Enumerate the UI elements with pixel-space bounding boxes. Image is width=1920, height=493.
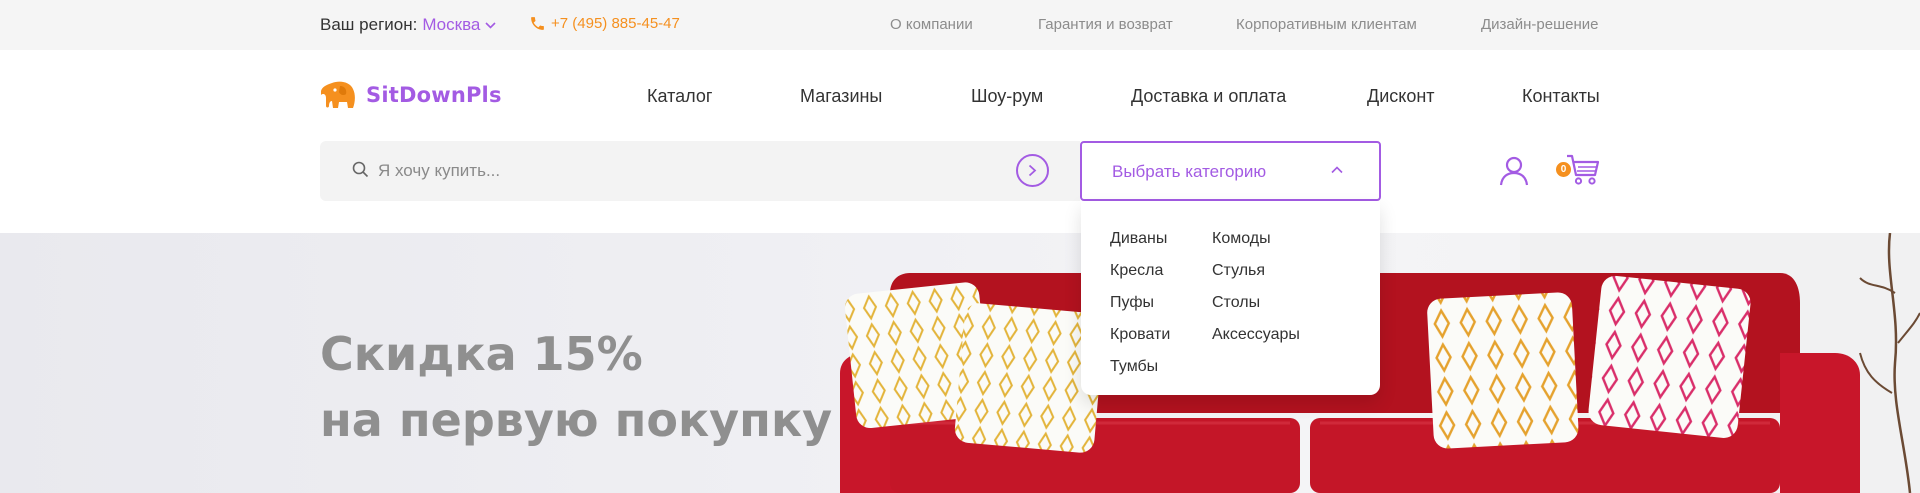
phone-icon [531, 17, 544, 30]
user-icon[interactable] [1498, 155, 1530, 187]
hero-title-line2: на первую покупку [320, 393, 833, 447]
category-column-2: Комоды Стулья Столы Аксессуары [1212, 223, 1300, 351]
hero-title-line1: Скидка 15% [320, 327, 643, 381]
category-option[interactable]: Столы [1212, 287, 1300, 319]
toplink-design[interactable]: Дизайн-решение [1481, 16, 1598, 33]
search-input[interactable] [378, 156, 998, 186]
category-option[interactable]: Стулья [1212, 255, 1300, 287]
phone-number: +7 (495) 885-45-47 [551, 15, 680, 32]
hero-banner: Скидка 15% на первую покупку [0, 233, 1920, 493]
search-bar [320, 141, 1080, 201]
category-option[interactable]: Кресла [1110, 255, 1170, 287]
top-bar: Ваш регион: Москва +7 (495) 885-45-47 О … [0, 0, 1920, 50]
category-option[interactable]: Тумбы [1110, 351, 1170, 383]
toplink-warranty[interactable]: Гарантия и возврат [1038, 16, 1173, 33]
elephant-icon [321, 81, 355, 108]
region-city-link[interactable]: Москва [422, 15, 496, 35]
toplink-corporate[interactable]: Корпоративным клиентам [1236, 16, 1417, 33]
region-city-name: Москва [422, 15, 481, 34]
chevron-up-icon [1331, 166, 1343, 174]
hero-title: Скидка 15% на первую покупку [320, 321, 832, 453]
category-option[interactable]: Пуфы [1110, 287, 1170, 319]
cart-count-badge: 0 [1556, 162, 1571, 177]
nav-catalog[interactable]: Каталог [647, 86, 712, 107]
phone-link[interactable]: +7 (495) 885-45-47 [529, 15, 680, 32]
nav-stores[interactable]: Магазины [800, 86, 882, 107]
category-option[interactable]: Диваны [1110, 223, 1170, 255]
toplink-about[interactable]: О компании [890, 16, 973, 33]
site-logo[interactable]: SitDownPls [320, 81, 502, 109]
category-option[interactable]: Комоды [1212, 223, 1300, 255]
search-icon [352, 161, 369, 178]
arrow-right-icon [1028, 164, 1037, 177]
cart-icon [1567, 154, 1600, 185]
nav-discount[interactable]: Дисконт [1367, 86, 1435, 107]
category-select[interactable]: Выбрать категорию [1080, 141, 1381, 201]
nav-contacts[interactable]: Контакты [1522, 86, 1600, 107]
search-submit-button[interactable] [1016, 154, 1049, 187]
region-selector: Ваш регион: Москва [320, 15, 496, 35]
category-option[interactable]: Кровати [1110, 319, 1170, 351]
chevron-down-icon [485, 21, 496, 29]
category-select-label: Выбрать категорию [1112, 162, 1267, 181]
region-label: Ваш регион: [320, 15, 418, 34]
category-dropdown: Диваны Кресла Пуфы Кровати Тумбы Комоды … [1081, 201, 1380, 395]
category-option[interactable]: Аксессуары [1212, 319, 1300, 351]
category-column-1: Диваны Кресла Пуфы Кровати Тумбы [1110, 223, 1170, 383]
logo-text: SitDownPls [366, 83, 502, 107]
nav-delivery[interactable]: Доставка и оплата [1131, 86, 1286, 107]
nav-showroom[interactable]: Шоу-рум [971, 86, 1043, 107]
